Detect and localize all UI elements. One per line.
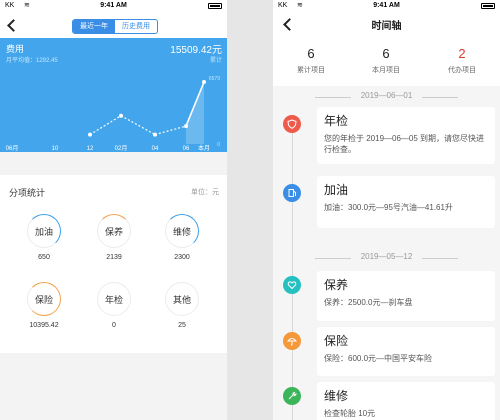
data-point [88,132,92,137]
status-time: 9:41 AM [373,2,400,9]
page-title: 时间轴 [371,21,402,32]
stat-value: 25 [178,322,186,329]
status-bar: KK ≋ 9:41 AM [273,0,500,12]
stats-unit: 单位：元 [191,189,219,196]
expense-line-chart: 6579 0 06月 10 12 02月 04 06 本月 [6,76,221,152]
stat-ring: 保养 [97,214,131,248]
shield-icon [283,115,301,133]
timeline-card-inspection[interactable]: 年检 您的年检于 2019—06—05 到期，请您尽快进行检查。 [317,107,495,164]
umbrella-icon [283,332,301,350]
stat-other[interactable]: 其他 25 [162,282,202,329]
stat-value: 0 [112,322,116,329]
timeline-screen: KK ≋ 9:41 AM 时间轴 6 累计项目 6 本月项目 2 代办项目 20… [273,0,500,420]
x-tick-label: 本月 [198,144,210,152]
segment-history[interactable]: 历史费用 [115,20,157,33]
timeline-axis [292,120,293,420]
x-tick-label: 04 [152,146,159,152]
battery-icon [481,3,495,9]
series-segment-dashed [89,115,122,136]
date-divider: 2019—05—12 [273,252,500,264]
timeline-card-repair[interactable]: 维修 检查轮胎 10元 [317,382,495,420]
x-tick-label: 06月 [6,145,19,152]
hero-title: 费用 [6,44,25,54]
stat-value: 2300 [174,254,190,261]
stat-value: 650 [38,254,50,261]
period-segmented-control: 最近一年 历史费用 [72,19,158,34]
stat-repair[interactable]: 维修 2300 [162,214,202,261]
stat-ring: 保险 [27,282,61,316]
summary-total: 6 累计项目 [297,46,325,74]
summary-todo[interactable]: 2 代办项目 [432,46,492,75]
series-segment-dashed [154,125,187,136]
data-point [119,113,123,118]
x-tick-label: 06 [183,146,190,152]
date-divider: 2019—06—01 [273,91,500,103]
timeline-card-maintenance[interactable]: 保养 保养：2500.0元—刹车盘 [317,271,495,321]
x-tick-label: 02月 [115,145,128,152]
stat-ring: 其他 [165,282,199,316]
status-bar: KK ≋ 9:41 AM [0,0,227,12]
x-tick-label: 12 [87,146,94,152]
series-segment-dashed [120,115,156,136]
heart-icon [283,276,301,294]
y-tick-label: 0 [217,142,220,148]
stat-maintenance[interactable]: 保养 2139 [94,214,134,261]
stat-annual-inspection[interactable]: 年检 0 [94,282,134,329]
stat-ring: 维修 [165,214,199,248]
stat-ring: 加油 [27,214,61,248]
timeline-card-fuel[interactable]: 加油 加油：300.0元—95号汽油—41.61升 [317,176,495,228]
data-point [202,80,206,84]
stats-title: 分项统计 [9,188,46,198]
stat-insurance[interactable]: 保险 10395.42 [24,282,64,329]
expense-screen: KK ≋ 9:41 AM 最近一年 历史费用 费用 15509.42元 月平均值… [0,0,227,420]
cumulative-label: 累计 [209,58,222,64]
status-time: 9:41 AM [100,2,127,9]
y-tick-label: 6579 [209,76,220,82]
summary-this-month: 6 本月项目 [372,46,400,74]
segment-recent-year[interactable]: 最近一年 [73,20,115,33]
area-fill [186,82,204,144]
hero-amount: 15509.42元 [170,45,222,56]
wrench-icon [283,387,301,405]
monthly-average: 月平均值：1292.45 [6,58,58,64]
data-point [184,124,188,129]
stat-fuel[interactable]: 加油 650 [24,214,64,261]
expense-hero: 费用 15509.42元 月平均值：1292.45 累计 6579 0 06月 10 1… [0,38,227,152]
x-tick-label: 10 [52,146,59,152]
timeline-card-insurance[interactable]: 保险 保险：600.0元—中国平安车险 [317,327,495,376]
stat-value: 2139 [106,254,122,261]
stat-value: 10395.42 [29,322,59,329]
data-point [153,132,157,137]
battery-icon [208,3,222,9]
stat-ring: 年检 [97,282,131,316]
fuel-icon [283,184,301,202]
